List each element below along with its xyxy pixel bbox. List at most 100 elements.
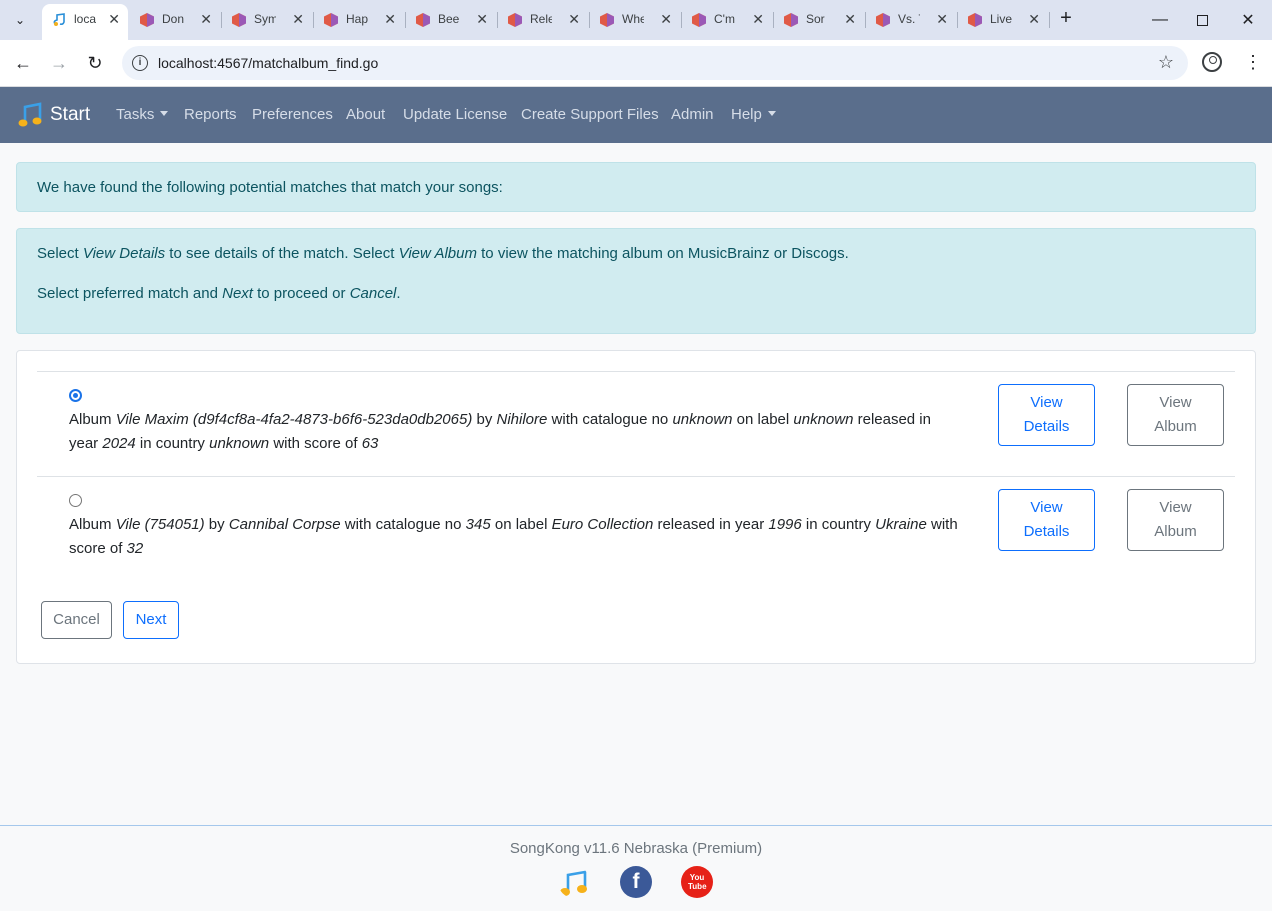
view-details-button-1[interactable]: View Details xyxy=(998,384,1095,446)
nav-reports[interactable]: Reports xyxy=(184,106,237,123)
match-label: unknown xyxy=(793,411,854,428)
row-divider xyxy=(37,371,1235,372)
songkong-favicon-icon xyxy=(53,13,65,26)
tab-close-icon[interactable]: ✕ xyxy=(936,11,948,28)
tab-close-icon[interactable]: ✕ xyxy=(292,11,304,28)
text-segment-italic: Cancel xyxy=(349,285,397,302)
tab-title: Sor xyxy=(806,12,825,26)
brand-link[interactable]: Start xyxy=(18,101,90,129)
browser-tab[interactable]: Rele ✕ xyxy=(498,4,588,36)
nav-about[interactable]: About xyxy=(346,106,385,123)
text-segment: Album xyxy=(69,516,116,533)
match-country: unknown xyxy=(209,435,270,452)
browser-tab[interactable]: C'm ✕ xyxy=(682,4,772,36)
match-radio-2[interactable] xyxy=(69,494,82,507)
text-segment: Select preferred match and xyxy=(37,285,223,302)
match-description-2: Album Vile (754051) by Cannibal Corpse w… xyxy=(69,513,959,561)
nav-help[interactable]: Help xyxy=(731,106,776,123)
tab-title: Rele xyxy=(530,12,552,26)
tab-close-icon[interactable]: ✕ xyxy=(476,11,488,28)
facebook-icon[interactable]: f xyxy=(620,866,652,898)
view-details-button-2[interactable]: View Details xyxy=(998,489,1095,551)
browser-tab[interactable]: Don ✕ xyxy=(130,4,220,36)
window-close-icon[interactable]: ✕ xyxy=(1236,8,1260,32)
text-segment: Album xyxy=(69,411,116,428)
nav-tasks-label: Tasks xyxy=(116,106,155,123)
browser-tab[interactable]: Sor ✕ xyxy=(774,4,864,36)
cancel-button[interactable]: Cancel xyxy=(41,601,112,639)
footer: SongKong v11.6 Nebraska (Premium) f You … xyxy=(0,825,1272,911)
forward-arrow-icon[interactable]: → xyxy=(47,51,71,75)
tab-favicon-icon xyxy=(784,13,798,27)
match-description-1: Album Vile Maxim (d9f4cf8a-4fa2-4873-b6f… xyxy=(69,408,959,456)
tab-title: Vs. T xyxy=(898,12,920,26)
nav-tasks[interactable]: Tasks xyxy=(116,106,169,123)
match-artist: Cannibal Corpse xyxy=(228,516,341,533)
text-segment: with catalogue no xyxy=(547,411,673,428)
site-info-icon[interactable]: i xyxy=(132,55,148,71)
matches-found-text: We have found the following potential ma… xyxy=(37,179,503,196)
text-segment: in country xyxy=(135,435,210,452)
tab-search-chevron-icon[interactable]: ⌄ xyxy=(8,8,32,32)
youtube-icon[interactable]: You Tube xyxy=(681,866,713,898)
url-text[interactable]: localhost:4567/matchalbum_find.go xyxy=(158,55,378,71)
match-radio-1[interactable] xyxy=(69,389,82,402)
tab-favicon-icon xyxy=(968,13,982,27)
tab-title: C'm xyxy=(714,12,735,26)
address-bar[interactable]: i localhost:4567/matchalbum_find.go ☆ xyxy=(122,46,1188,80)
app-navbar: Start Tasks Reports Preferences About Up… xyxy=(0,87,1272,143)
nav-admin[interactable]: Admin xyxy=(671,106,714,123)
browser-tab[interactable]: Vs. T ✕ xyxy=(866,4,956,36)
view-album-button-1[interactable]: View Album xyxy=(1127,384,1224,446)
tab-close-icon[interactable]: ✕ xyxy=(752,11,764,28)
tab-favicon-icon xyxy=(508,13,522,27)
tab-title: Live xyxy=(990,12,1012,26)
tab-favicon-icon xyxy=(692,13,706,27)
match-year: 2024 xyxy=(102,435,136,452)
view-album-button-2[interactable]: View Album xyxy=(1127,489,1224,551)
match-country: Ukraine xyxy=(875,516,927,533)
reload-icon[interactable]: ↻ xyxy=(83,51,107,75)
tab-close-icon[interactable]: ✕ xyxy=(568,11,580,28)
dropdown-caret-icon xyxy=(767,111,776,116)
match-artist: Nihilore xyxy=(496,411,548,428)
tab-favicon-icon xyxy=(876,13,890,27)
bookmark-star-icon[interactable]: ☆ xyxy=(1158,52,1174,73)
nav-update-license[interactable]: Update License xyxy=(403,106,507,123)
minimize-icon[interactable]: — xyxy=(1148,8,1172,32)
nav-create-support-files[interactable]: Create Support Files xyxy=(521,106,659,123)
browser-tab[interactable]: Live ✕ xyxy=(958,4,1048,36)
tab-title: Don xyxy=(162,12,184,26)
new-tab-plus-icon[interactable]: + xyxy=(1056,8,1076,28)
nav-preferences[interactable]: Preferences xyxy=(252,106,333,123)
back-arrow-icon[interactable]: ← xyxy=(11,51,35,75)
browser-tab-active[interactable]: loca ✕ xyxy=(42,4,128,40)
tab-close-icon[interactable]: ✕ xyxy=(108,11,120,28)
text-segment: to see details of the match. Select xyxy=(165,245,399,262)
tab-title: Hap xyxy=(346,12,368,26)
tab-close-icon[interactable]: ✕ xyxy=(844,11,856,28)
text-segment: on label xyxy=(490,516,552,533)
text-segment-italic: View Album xyxy=(398,245,477,262)
browser-tab[interactable]: Whe ✕ xyxy=(590,4,680,36)
browser-tab[interactable]: Sym ✕ xyxy=(222,4,312,36)
browser-menu-icon[interactable]: ⋮ xyxy=(1244,52,1262,72)
browser-tab[interactable]: Bee ✕ xyxy=(406,4,496,36)
tab-close-icon[interactable]: ✕ xyxy=(200,11,212,28)
text-segment: to view the matching album on MusicBrain… xyxy=(476,245,849,262)
instructions-line-1: Select View Details to see details of th… xyxy=(37,245,849,262)
next-button[interactable]: Next xyxy=(123,601,179,639)
tab-separator xyxy=(1049,12,1050,28)
text-segment: with score of xyxy=(269,435,362,452)
browser-tab[interactable]: Hap ✕ xyxy=(314,4,404,36)
tab-close-icon[interactable]: ✕ xyxy=(1028,11,1040,28)
match-catalogue: 345 xyxy=(465,516,491,533)
songkong-footer-logo-icon[interactable] xyxy=(558,866,590,898)
tab-close-icon[interactable]: ✕ xyxy=(660,11,672,28)
maximize-icon[interactable] xyxy=(1190,8,1214,32)
tab-favicon-icon xyxy=(140,13,154,27)
tab-title: Sym xyxy=(254,12,276,26)
row-divider xyxy=(37,476,1235,477)
tab-close-icon[interactable]: ✕ xyxy=(384,11,396,28)
profile-icon[interactable] xyxy=(1202,52,1222,72)
